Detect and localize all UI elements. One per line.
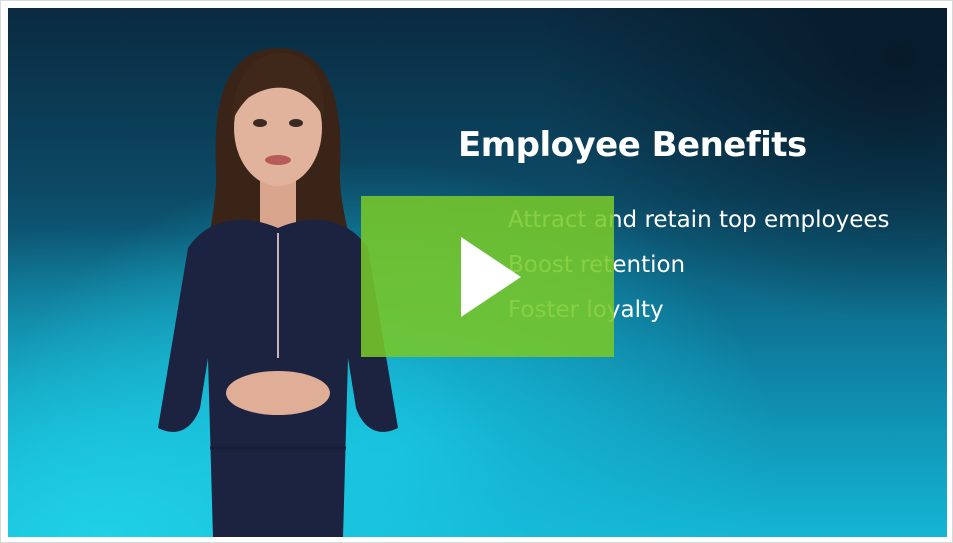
video-player[interactable]: Employee Benefits Attract and retain top… — [8, 8, 947, 537]
play-button[interactable] — [361, 196, 614, 357]
play-icon — [460, 236, 521, 317]
video-frame: Employee Benefits Attract and retain top… — [0, 0, 953, 543]
slide-title: Employee Benefits — [458, 125, 807, 165]
